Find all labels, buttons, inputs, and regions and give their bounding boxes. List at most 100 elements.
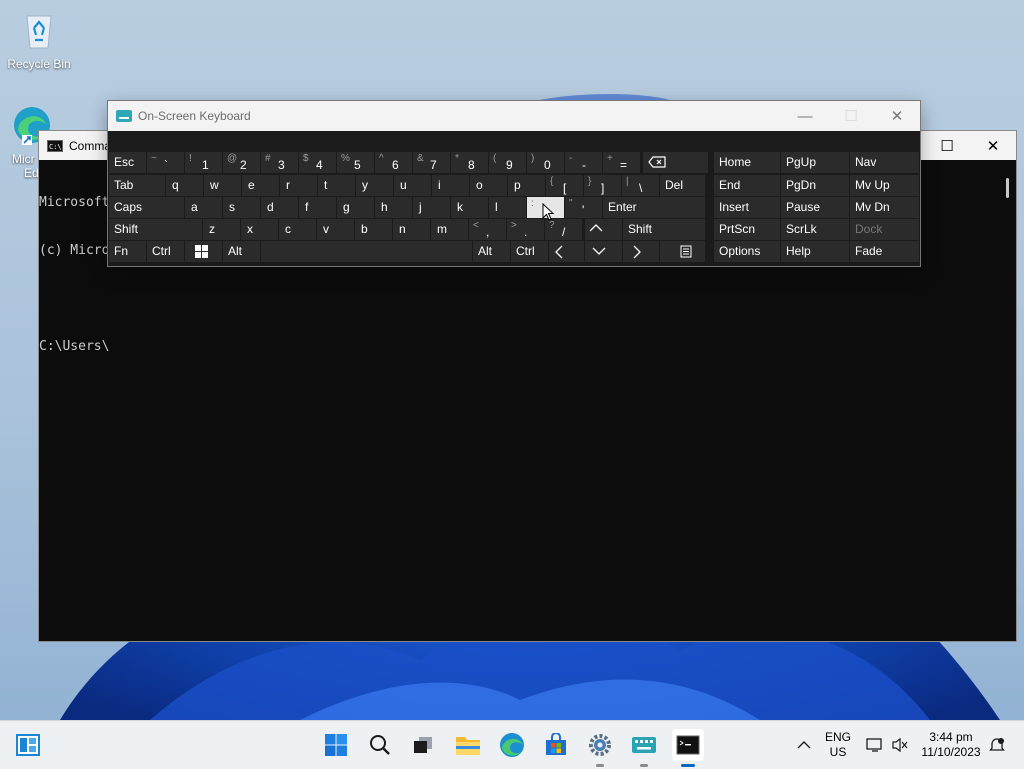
osk-maximize-button[interactable]: ☐ [828,101,874,131]
key-enter[interactable]: Enter [603,197,705,218]
osk-close-button[interactable]: ✕ [874,101,920,131]
key-nav-prtscn[interactable]: PrtScn [714,219,780,240]
key-punct-0[interactable]: <, [469,219,506,240]
key-s[interactable]: s [223,197,260,218]
key-nav-scrlk[interactable]: ScrLk [781,219,849,240]
show-hidden-icons-button[interactable] [790,721,818,769]
key-punct-2[interactable]: ? / [545,219,582,240]
key-w[interactable]: w [204,175,241,196]
key-i[interactable]: i [432,175,469,196]
key-j[interactable]: j [413,197,450,218]
key-tab[interactable]: Tab [109,175,165,196]
key-shift-left[interactable]: Shift [109,219,202,240]
key-h[interactable]: h [375,197,412,218]
cmd-close-button[interactable]: ✕ [970,131,1016,160]
key-arrow-right[interactable] [623,241,659,262]
key-a[interactable]: a [185,197,222,218]
key-z[interactable]: z [203,219,240,240]
key-k[interactable]: k [451,197,488,218]
key-q[interactable]: q [166,175,203,196]
key-fn[interactable]: Fn [109,241,146,262]
key-t[interactable]: t [318,175,355,196]
key-nav-fade[interactable]: Fade [850,241,919,262]
key-e[interactable]: e [242,175,279,196]
key-=[interactable]: + = [603,152,640,173]
key-p[interactable]: p [508,175,545,196]
key-v[interactable]: v [317,219,354,240]
key-5[interactable]: % 5 [337,152,374,173]
key-bracket-0[interactable]: {[ [546,175,583,196]
file-explorer-button[interactable] [452,729,484,761]
key-quote[interactable]: " ' [565,197,602,218]
notifications-button[interactable] [986,721,1008,769]
key-nav-options[interactable]: Options [714,241,780,262]
terminal-taskbar-button[interactable] [672,729,704,767]
key-d[interactable]: d [261,197,298,218]
key-1[interactable]: ! 1 [185,152,222,173]
settings-button[interactable] [584,729,616,767]
store-button[interactable] [540,729,572,761]
key-ctrl-right[interactable]: Ctrl [511,241,548,262]
key-punct-1[interactable]: >. [507,219,544,240]
key-alt-right[interactable]: Alt [473,241,510,262]
cmd-scrollbar-thumb[interactable] [1006,178,1009,198]
key-nav-dock[interactable]: Dock [850,219,919,240]
key-nav-mv-dn[interactable]: Mv Dn [850,197,919,218]
key-del[interactable]: Del [660,175,705,196]
key-arrow-left[interactable] [549,241,584,262]
key-9[interactable]: (9 [489,152,526,173]
key-nav-home[interactable]: Home [714,152,780,173]
key-nav-mv-up[interactable]: Mv Up [850,175,919,196]
key-space[interactable] [261,241,472,262]
key-m[interactable]: m [431,219,468,240]
widgets-button[interactable] [12,729,44,761]
key-x[interactable]: x [241,219,278,240]
key-ctrl-left[interactable]: Ctrl [147,241,184,262]
key-g[interactable]: g [337,197,374,218]
key-caps[interactable]: Caps [109,197,184,218]
key-nav-pause[interactable]: Pause [781,197,849,218]
key-n[interactable]: n [393,219,430,240]
key-y[interactable]: y [356,175,393,196]
key-2[interactable]: @2 [223,152,260,173]
key-menu[interactable] [660,241,705,262]
input-language-button[interactable]: ENG US [820,721,856,769]
key-bracket-1[interactable]: }] [584,175,621,196]
key-nav-pgdn[interactable]: PgDn [781,175,849,196]
recycle-bin-shortcut[interactable]: Recycle Bin [7,10,71,71]
key-esc[interactable]: Esc [109,152,146,173]
osk-taskbar-button[interactable] [628,729,660,767]
clock-button[interactable]: 3:44 pm 11/10/2023 [916,721,986,769]
key-b[interactable]: b [355,219,392,240]
key-nav-end[interactable]: End [714,175,780,196]
key-7[interactable]: & 7 [413,152,450,173]
volume-button[interactable] [889,721,911,769]
key-bracket-2[interactable]: | \ [622,175,659,196]
key-l[interactable]: l [489,197,526,218]
key-nav-pgup[interactable]: PgUp [781,152,849,173]
key-`[interactable]: ~ ` [147,152,184,173]
search-button[interactable] [364,729,396,761]
key-backspace[interactable] [643,152,708,173]
key-u[interactable]: u [394,175,431,196]
key--[interactable]: -- [565,152,602,173]
key-3[interactable]: #3 [261,152,298,173]
key-6[interactable]: ^ 6 [375,152,412,173]
key-arrow-up[interactable] [585,219,622,240]
network-status-button[interactable] [864,721,886,769]
key-4[interactable]: $4 [299,152,336,173]
cmd-scrollbar[interactable] [999,160,1016,641]
key-shift-right[interactable]: Shift [623,219,705,240]
start-button[interactable] [320,729,352,761]
key-0[interactable]: ) 0 [527,152,564,173]
edge-button[interactable] [496,729,528,761]
key-nav-nav[interactable]: Nav [850,152,919,173]
key-windows[interactable] [185,241,222,262]
key-alt-left[interactable]: Alt [223,241,260,262]
key-f[interactable]: f [299,197,336,218]
key-nav-insert[interactable]: Insert [714,197,780,218]
on-screen-keyboard-window[interactable]: On-Screen Keyboard — ☐ ✕ Esc Tab Del Cap… [108,101,920,266]
cmd-maximize-button[interactable]: ☐ [924,131,970,160]
key-8[interactable]: * 8 [451,152,488,173]
osk-minimize-button[interactable]: — [782,101,828,131]
